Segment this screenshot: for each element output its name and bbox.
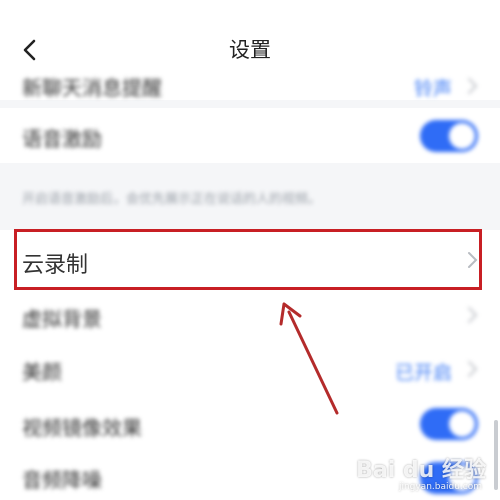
voice-reward-toggle[interactable] [420,120,478,152]
page-title: 设置 [229,38,271,62]
chevron-right-icon [468,361,478,377]
row-label: 虚拟背景 [22,307,102,331]
scrollbar[interactable] [494,420,498,490]
row-value: 已开启 [394,362,452,384]
row-label: 美颜 [22,360,62,384]
settings-row-virtual-background[interactable]: 虚拟背景 [0,290,500,340]
settings-row-video-mirror: 视频镜像效果 [0,398,500,450]
row-label: 新聊天消息提醒 [22,76,162,100]
settings-row-beauty[interactable]: 美颜 已开启 [0,340,500,398]
toggle-knob [449,411,475,437]
row-label: 视频镜像效果 [22,416,142,440]
settings-row-new-message-reminder[interactable]: 新聊天消息提醒 铃声 [0,64,500,108]
row-value: 铃声 [413,78,452,100]
voice-reward-hint: 开启语音激励后，会优先展示正在说话的人的视频。 [22,192,322,207]
row-label: 音频降噪 [22,468,102,492]
highlight-box [14,229,482,290]
row-label: 语音激励 [22,127,102,151]
chevron-right-icon [468,307,478,323]
chevron-right-icon [468,78,478,94]
settings-row-voice-reward: 语音激励 [0,108,500,163]
toggle-knob [449,123,475,149]
watermark-logo: Bai du 经验 [356,458,486,483]
video-mirror-toggle[interactable] [420,408,478,440]
watermark-url: jingyan.baidu.com [398,482,482,492]
